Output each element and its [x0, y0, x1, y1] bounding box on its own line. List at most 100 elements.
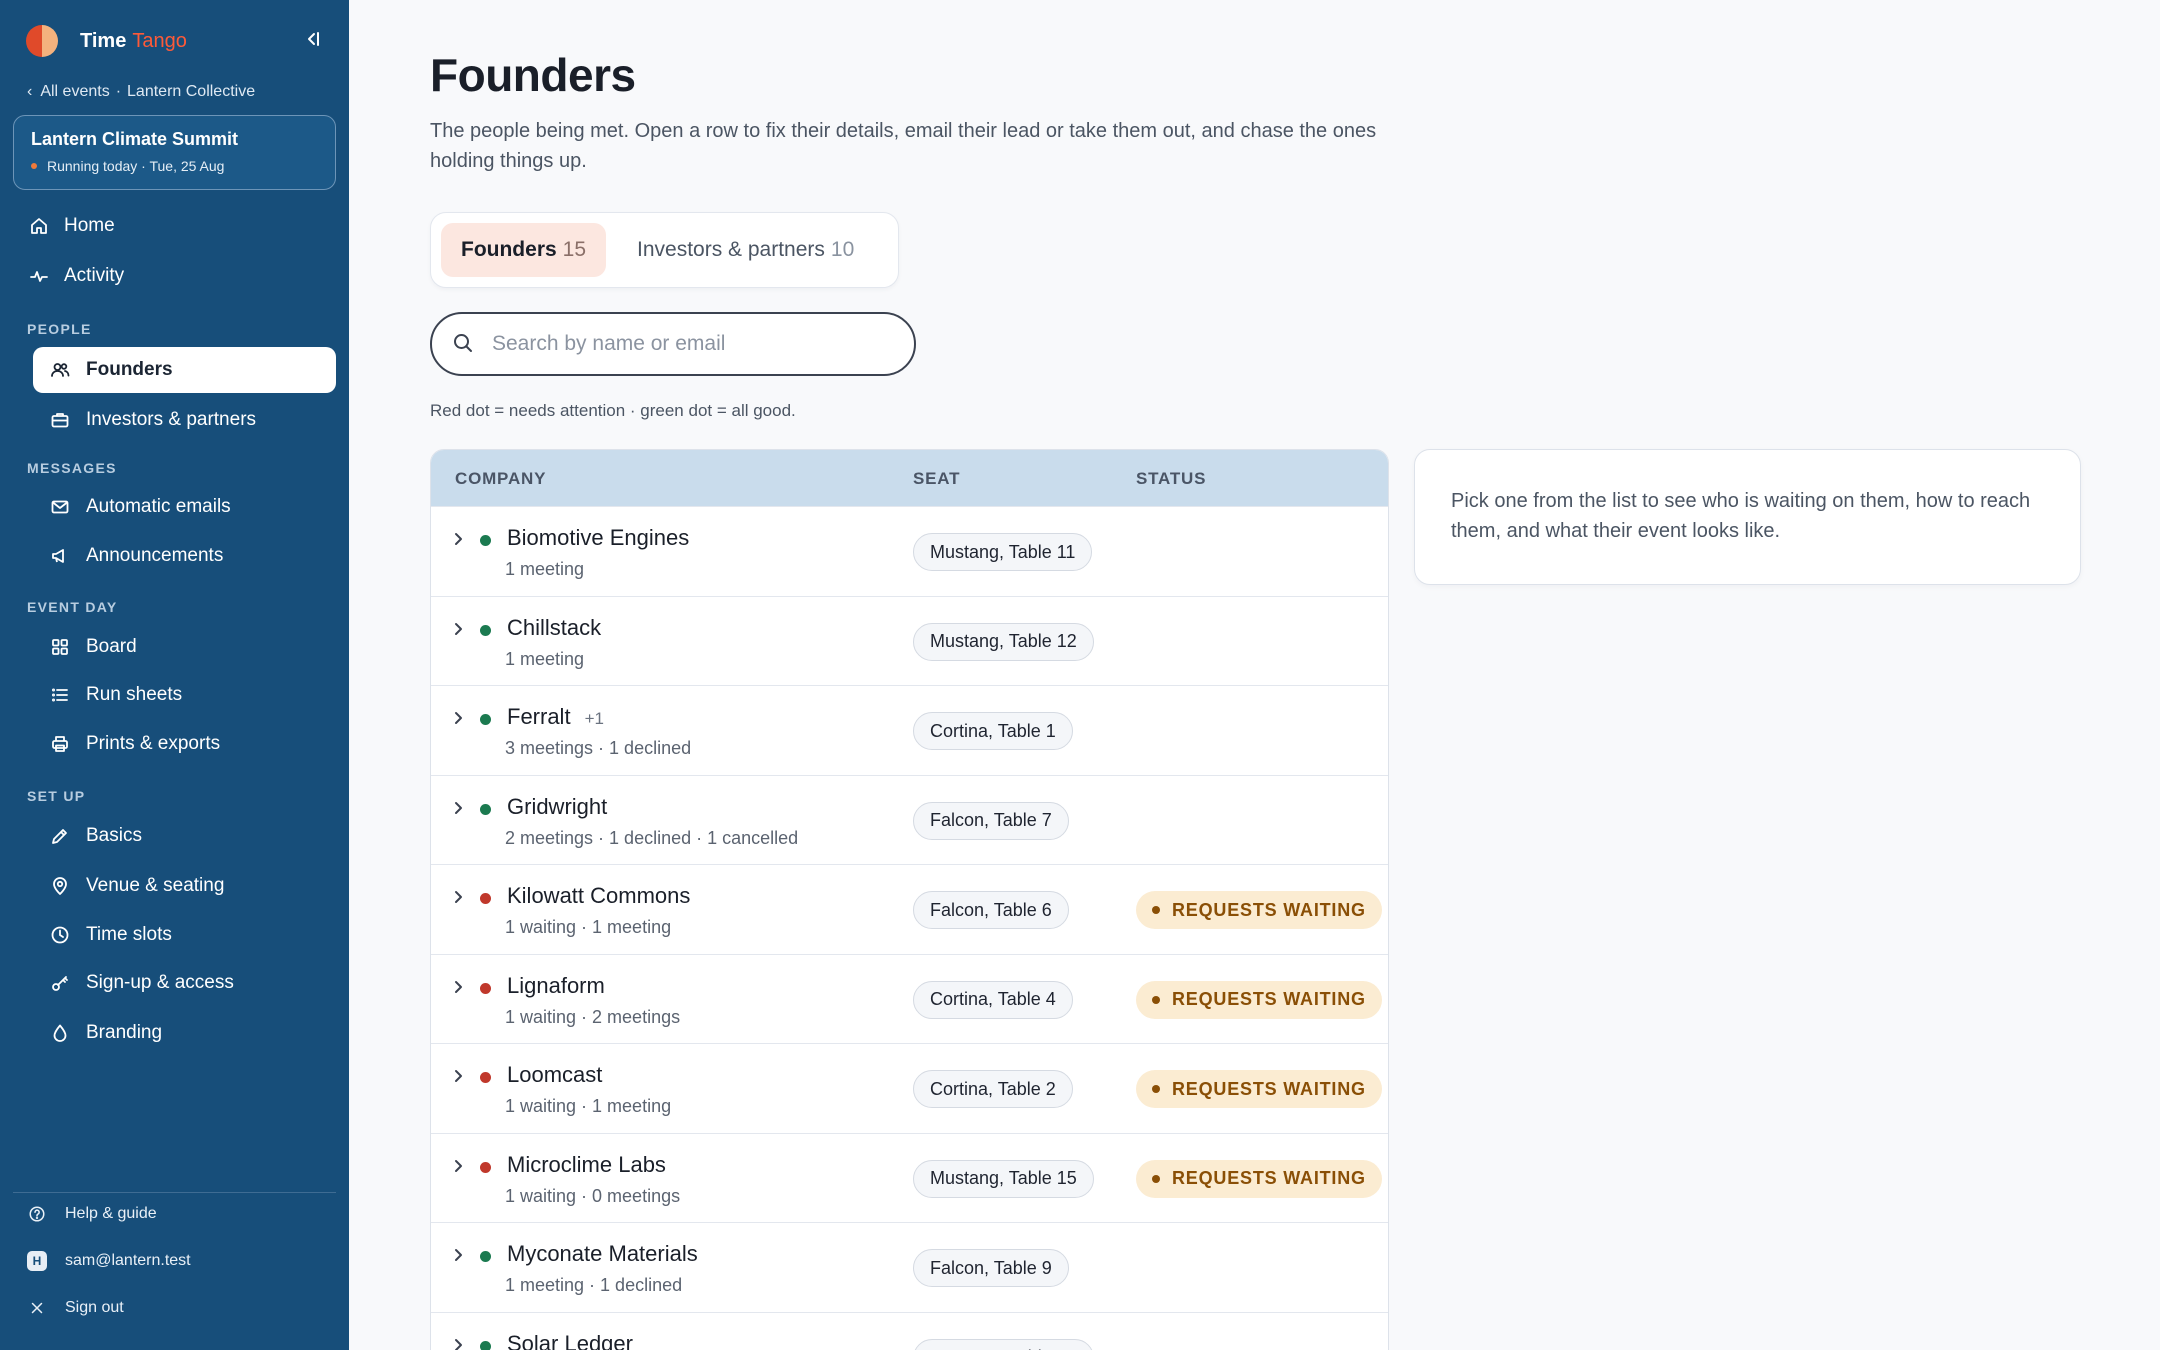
- list-icon: [49, 684, 71, 706]
- status-badge-dot: [1152, 1174, 1160, 1183]
- chevron-right-icon[interactable]: [450, 979, 466, 995]
- sidebar-item-time-slots[interactable]: Time slots: [33, 912, 336, 958]
- seat-badge: Mustang, Table 15: [913, 1159, 1094, 1198]
- mail-icon: [49, 496, 71, 518]
- chevron-right-icon[interactable]: [450, 1247, 466, 1263]
- sidebar-item-label: Venue & seating: [86, 875, 225, 896]
- table-row[interactable]: Ferralt +1 3 meetings · 1 declined Cortina,…: [431, 685, 1388, 775]
- sidebar-item-prints-exports[interactable]: Prints & exports: [33, 721, 336, 767]
- brand-logo-icon: [26, 25, 58, 57]
- chevron-right-icon[interactable]: [450, 800, 466, 816]
- chevron-right-icon[interactable]: [450, 621, 466, 637]
- user-account[interactable]: H sam@lantern.test: [27, 1246, 191, 1276]
- sidebar-item-label: Home: [64, 215, 115, 236]
- collapse-sidebar-button[interactable]: [300, 26, 326, 52]
- sidebar-item-board[interactable]: Board: [33, 624, 336, 670]
- table-row[interactable]: Biomotive Engines 1 meeting Mustang, Table…: [431, 506, 1388, 596]
- sign-out-button[interactable]: Sign out: [27, 1293, 124, 1323]
- avatar: H: [27, 1251, 47, 1271]
- status-badge: REQUESTS WAITING: [1136, 1070, 1382, 1108]
- search-box: [430, 312, 916, 376]
- tab-investors-partners[interactable]: Investors & partners 10: [617, 223, 874, 277]
- company-name-wrap: Chillstack: [507, 615, 601, 641]
- chevron-right-icon[interactable]: [450, 1337, 466, 1350]
- sidebar-divider: [13, 1192, 336, 1193]
- sidebar-item-label: Basics: [86, 825, 142, 846]
- tab-label: Investors & partners: [637, 238, 825, 261]
- seat-badge: Falcon, Table 7: [913, 801, 1069, 840]
- chevron-right-icon[interactable]: [450, 1158, 466, 1174]
- event-switcher[interactable]: Lantern Climate Summit Running today · T…: [13, 115, 336, 190]
- sidebar-item-basics[interactable]: Basics: [33, 813, 336, 859]
- sidebar-item-label: Time slots: [86, 924, 172, 945]
- event-name: Lantern Climate Summit: [31, 129, 239, 149]
- table-body: Biomotive Engines 1 meeting Mustang, Table…: [431, 506, 1388, 1350]
- table-row[interactable]: Gridwright 2 meetings · 1 declined · 1 ca…: [431, 774, 1388, 865]
- status-dot: [480, 1161, 491, 1173]
- meeting-summary: 3 meetings · 1 declined: [505, 738, 692, 758]
- status-dot: [480, 1340, 491, 1350]
- sidebar-item-founders[interactable]: Founders: [33, 347, 336, 393]
- sidebar-item-sign-up-access[interactable]: Sign-up & access: [33, 960, 336, 1006]
- status-badge: REQUESTS WAITING: [1136, 1159, 1382, 1198]
- table-header: COMPANY SEAT STATUS: [431, 450, 1388, 506]
- table-row[interactable]: Solar Ledger Mustang, Table 13: [431, 1311, 1388, 1350]
- table-row[interactable]: Microclime Labs 1 waiting · 0 meetings Mus…: [431, 1132, 1388, 1223]
- sidebar-item-label: Founders: [86, 359, 173, 380]
- help-circle-icon: [27, 1204, 47, 1224]
- chevron-right-icon[interactable]: [450, 531, 466, 547]
- company-name: Kilowatt Commons: [507, 883, 691, 908]
- table-row[interactable]: Chillstack 1 meeting Mustang, Table 12: [431, 595, 1388, 686]
- all-events-link[interactable]: ‹ All events · Lantern Collective: [27, 83, 255, 101]
- chevron-right-icon[interactable]: [450, 1068, 466, 1084]
- table-row[interactable]: Lignaform 1 waiting · 2 meetings Cortina, …: [431, 953, 1388, 1044]
- company-name: Ferralt: [507, 704, 571, 729]
- table-row[interactable]: Loomcast 1 waiting · 1 meeting Cortina, Ta…: [431, 1043, 1388, 1133]
- company-name-wrap: Gridwright: [507, 794, 607, 820]
- company-name-wrap: Biomotive Engines: [507, 525, 689, 551]
- all-events-label: All events: [40, 83, 110, 100]
- sidebar-item-run-sheets[interactable]: Run sheets: [33, 672, 336, 718]
- sidebar-item-label: Announcements: [86, 545, 224, 566]
- tab-founders[interactable]: Founders 15: [441, 223, 607, 277]
- event-status: Running today · Tue, 25 Aug: [31, 158, 318, 174]
- column-header-seat[interactable]: SEAT: [913, 469, 960, 489]
- chevron-right-icon[interactable]: [450, 889, 466, 905]
- search-input[interactable]: [492, 332, 892, 356]
- clock-icon: [49, 924, 71, 946]
- sidebar-item-label: Activity: [64, 265, 125, 286]
- sidebar-item-home[interactable]: Home: [14, 203, 336, 249]
- brand[interactable]: Time Tango: [26, 24, 187, 58]
- table-row[interactable]: Myconate Materials 1 meeting · 1 declined…: [431, 1222, 1388, 1312]
- sign-out-label: Sign out: [65, 1299, 124, 1316]
- sidebar-item-venue-seating[interactable]: Venue & seating: [33, 863, 336, 909]
- column-header-status[interactable]: STATUS: [1136, 469, 1206, 489]
- company-name: Microclime Labs: [507, 1151, 666, 1177]
- founders-table: COMPANY SEAT STATUS Biomotive Engines 1 m…: [430, 449, 1389, 1350]
- status-badge-label: REQUESTS WAITING: [1172, 1078, 1366, 1099]
- page-description: The people being met. Open a row to fix …: [430, 120, 1377, 172]
- sidebar-item-automatic-emails[interactable]: Automatic emails: [33, 484, 336, 530]
- sidebar-item-label: Sign-up & access: [86, 972, 234, 993]
- seat-badge: Falcon, Table 9: [913, 1249, 1069, 1287]
- briefcase-icon: [49, 409, 71, 431]
- home-icon: [28, 215, 50, 237]
- column-header-company[interactable]: COMPANY: [455, 469, 546, 489]
- brand-name: Time Tango: [80, 30, 187, 53]
- seat-badge: Falcon, Table 6: [913, 891, 1069, 929]
- chevron-right-icon[interactable]: [450, 710, 466, 726]
- status-badge: REQUESTS WAITING: [1136, 891, 1382, 929]
- company-name-wrap: Ferralt +1: [507, 704, 604, 730]
- sidebar-item-activity[interactable]: Activity: [14, 253, 336, 299]
- sidebar-item-label: Automatic emails: [86, 496, 231, 517]
- tab-count: 15: [562, 238, 587, 261]
- sidebar-item-branding[interactable]: Branding: [33, 1010, 336, 1056]
- status-dot: [480, 1251, 491, 1262]
- company-name-wrap: Myconate Materials: [507, 1241, 698, 1267]
- sidebar-item-investors-partners[interactable]: Investors & partners: [33, 397, 336, 443]
- status-badge-label: REQUESTS WAITING: [1172, 899, 1366, 920]
- sidebar-item-announcements[interactable]: Announcements: [33, 533, 336, 579]
- status-dot: [480, 535, 491, 546]
- table-row[interactable]: Kilowatt Commons 1 waiting · 1 meeting Fal…: [431, 864, 1388, 954]
- help-guide-link[interactable]: Help & guide: [27, 1199, 157, 1229]
